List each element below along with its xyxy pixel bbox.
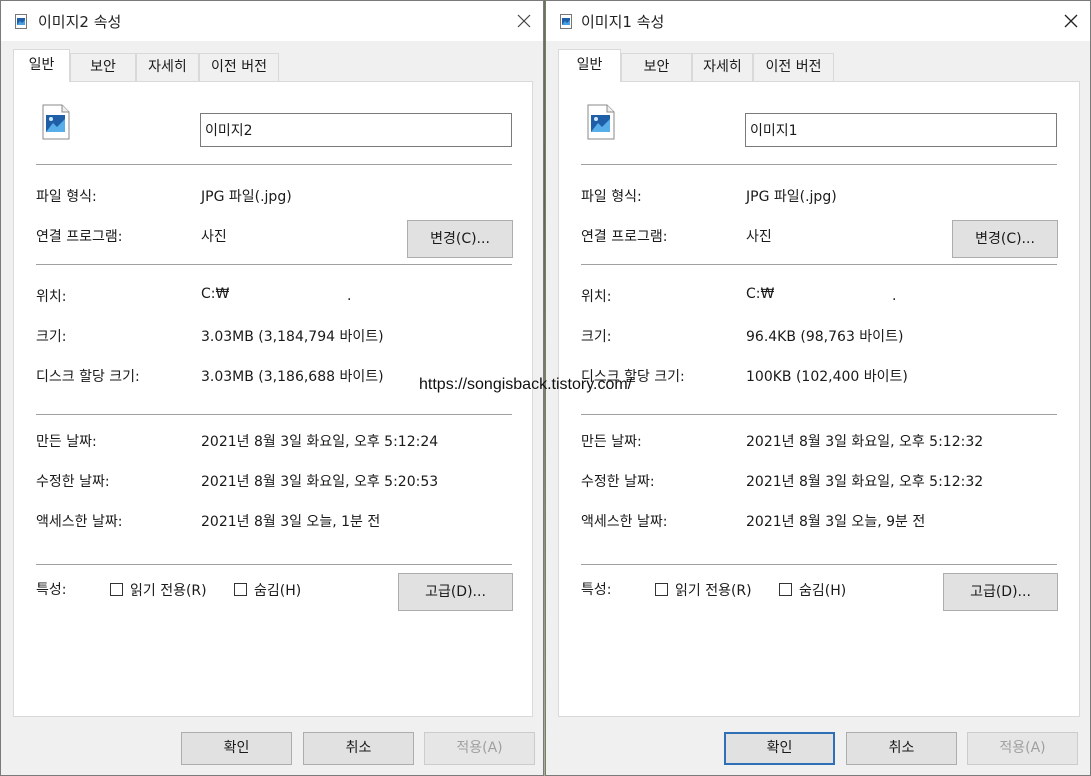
hidden-checkbox-label[interactable]: 숨김(H) <box>254 580 301 600</box>
accessed-value: 2021년 8월 3일 오늘, 1분 전 <box>201 514 381 530</box>
file-type-value: JPG 파일(.jpg) <box>746 189 837 205</box>
location-path-fragment: . <box>892 288 897 304</box>
size-label: 크기: <box>581 329 612 345</box>
readonly-checkbox-label[interactable]: 읽기 전용(R) <box>130 580 207 600</box>
readonly-checkbox[interactable] <box>110 583 123 596</box>
general-tab-panel: 파일 형식: JPG 파일(.jpg) 연결 프로그램: 사진 변경(C)...… <box>13 81 533 717</box>
image-file-icon <box>560 14 572 29</box>
cancel-button[interactable]: 취소 <box>303 732 414 765</box>
location-value: C:₩ <box>746 286 775 302</box>
attributes-label: 특성: <box>581 582 612 598</box>
title-bar: 이미지2 속성 <box>1 1 543 41</box>
general-tab-panel: 파일 형식: JPG 파일(.jpg) 연결 프로그램: 사진 변경(C)...… <box>558 81 1080 717</box>
readonly-checkbox[interactable] <box>655 583 668 596</box>
tab-security[interactable]: 보안 <box>70 53 136 81</box>
created-label: 만든 날짜: <box>36 434 97 450</box>
open-with-value: 사진 <box>201 229 227 245</box>
open-with-label: 연결 프로그램: <box>36 229 123 245</box>
modified-value: 2021년 8월 3일 화요일, 오후 5:12:32 <box>746 474 984 490</box>
change-button[interactable]: 변경(C)... <box>952 220 1058 258</box>
size-label: 크기: <box>36 329 67 345</box>
tab-details[interactable]: 자세히 <box>136 53 199 81</box>
created-label: 만든 날짜: <box>581 434 642 450</box>
title-bar: 이미지1 속성 <box>546 1 1090 41</box>
file-type-label: 파일 형식: <box>581 189 642 205</box>
tab-general[interactable]: 일반 <box>13 49 70 82</box>
accessed-label: 액세스한 날짜: <box>36 514 123 530</box>
close-button[interactable] <box>1056 7 1086 35</box>
tab-previous-versions[interactable]: 이전 버전 <box>199 53 279 81</box>
image-file-icon <box>15 14 27 29</box>
separator <box>581 264 1057 265</box>
disk-size-label: 디스크 할당 크기: <box>36 369 140 385</box>
hidden-checkbox[interactable] <box>234 583 247 596</box>
tab-details[interactable]: 자세히 <box>692 53 753 81</box>
hidden-checkbox-label[interactable]: 숨김(H) <box>799 580 846 600</box>
location-label: 위치: <box>36 289 67 305</box>
apply-button[interactable]: 적용(A) <box>967 732 1078 765</box>
change-button[interactable]: 변경(C)... <box>407 220 513 258</box>
tab-security[interactable]: 보안 <box>621 53 692 81</box>
close-icon <box>517 14 531 28</box>
ok-button[interactable]: 확인 <box>724 732 835 765</box>
hidden-checkbox[interactable] <box>779 583 792 596</box>
advanced-button[interactable]: 고급(D)... <box>398 573 513 611</box>
file-type-value: JPG 파일(.jpg) <box>201 189 292 205</box>
open-with-value: 사진 <box>746 229 772 245</box>
open-with-label: 연결 프로그램: <box>581 229 668 245</box>
ok-button[interactable]: 확인 <box>181 732 292 765</box>
close-button[interactable] <box>509 7 539 35</box>
size-value: 96.4KB (98,763 바이트) <box>746 329 904 345</box>
separator <box>36 564 512 565</box>
separator <box>581 164 1057 165</box>
created-value: 2021년 8월 3일 화요일, 오후 5:12:24 <box>201 434 439 450</box>
accessed-label: 액세스한 날짜: <box>581 514 668 530</box>
watermark-url: https://songisback.tistory.com/ <box>419 376 633 393</box>
separator <box>36 414 512 415</box>
attributes-label: 특성: <box>36 582 67 598</box>
dialog-title: 이미지2 속성 <box>38 13 122 31</box>
apply-button[interactable]: 적용(A) <box>424 732 535 765</box>
separator <box>36 264 512 265</box>
file-name-input[interactable] <box>745 113 1057 147</box>
separator <box>581 564 1057 565</box>
size-value: 3.03MB (3,184,794 바이트) <box>201 329 384 345</box>
file-name-input[interactable] <box>200 113 512 147</box>
disk-size-value: 3.03MB (3,186,688 바이트) <box>201 369 384 385</box>
dialog-title: 이미지1 속성 <box>581 13 665 31</box>
modified-label: 수정한 날짜: <box>36 474 110 490</box>
created-value: 2021년 8월 3일 화요일, 오후 5:12:32 <box>746 434 984 450</box>
separator <box>36 164 512 165</box>
disk-size-value: 100KB (102,400 바이트) <box>746 369 908 385</box>
tab-previous-versions[interactable]: 이전 버전 <box>753 53 834 81</box>
advanced-button[interactable]: 고급(D)... <box>943 573 1058 611</box>
separator <box>581 414 1057 415</box>
location-path-fragment: . <box>347 288 352 304</box>
file-type-label: 파일 형식: <box>36 189 97 205</box>
image-file-icon <box>42 104 70 140</box>
location-label: 위치: <box>581 289 612 305</box>
modified-label: 수정한 날짜: <box>581 474 655 490</box>
image-file-icon <box>587 104 615 140</box>
accessed-value: 2021년 8월 3일 오늘, 9분 전 <box>746 514 926 530</box>
close-icon <box>1064 14 1078 28</box>
location-value: C:₩ <box>201 286 230 302</box>
modified-value: 2021년 8월 3일 화요일, 오후 5:20:53 <box>201 474 439 490</box>
tab-general[interactable]: 일반 <box>558 49 621 82</box>
readonly-checkbox-label[interactable]: 읽기 전용(R) <box>675 580 752 600</box>
cancel-button[interactable]: 취소 <box>846 732 957 765</box>
